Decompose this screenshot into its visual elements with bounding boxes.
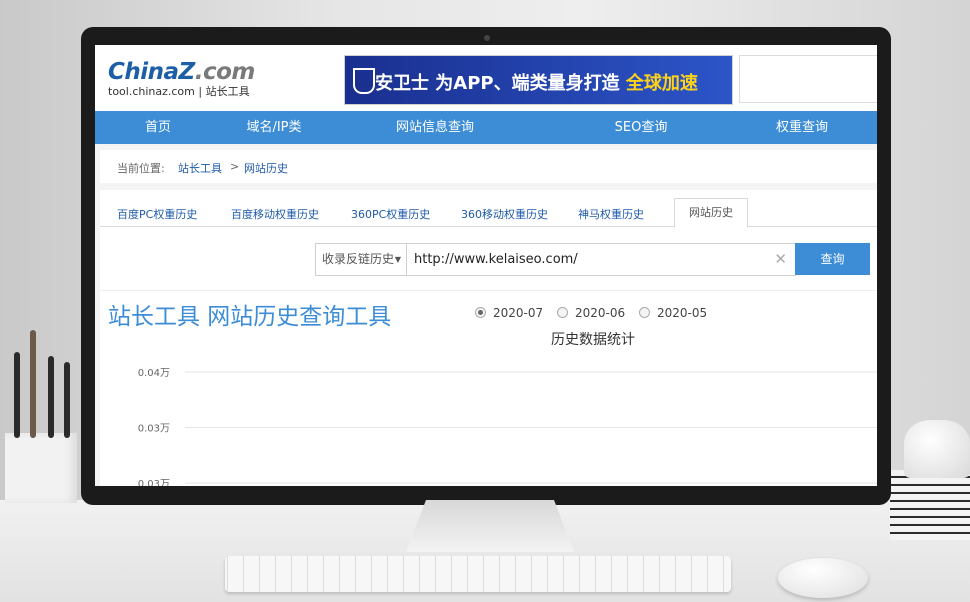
tab-baidu-mobile[interactable]: 百度移动权重历史 [231,206,319,222]
main-panel: 百度PC权重历史 百度移动权重历史 360PC权重历史 360移动权重历史 神马… [100,190,877,486]
radio-icon [557,307,568,318]
breadcrumb-root-link[interactable]: 站长工具 [178,160,222,176]
tab-360-pc[interactable]: 360PC权重历史 [351,206,430,222]
site-header: ChinaZ.com tool.chinaz.com | 站长工具 安卫士 为A… [95,45,877,111]
book-stack [890,470,970,540]
chart-y-tick-label: 0.03万 [138,479,170,486]
chinaz-logo[interactable]: ChinaZ.com tool.chinaz.com | 站长工具 [108,59,255,99]
chart-grid [185,371,877,484]
divider [100,290,877,291]
breadcrumb-prefix: 当前位置: [117,162,165,175]
pen-cup [5,433,77,503]
history-tabs: 百度PC权重历史 百度移动权重历史 360PC权重历史 360移动权重历史 神马… [100,198,877,228]
tab-360-mobile[interactable]: 360移动权重历史 [461,206,548,222]
nav-item-site-info[interactable]: 网站信息查询 [396,111,474,144]
month-option-2[interactable]: 2020-05 [639,306,707,320]
chevron-down-icon: ▼ [394,255,401,264]
month-label: 2020-06 [575,306,626,320]
webcam-icon [484,35,490,41]
nav-item-home[interactable]: 首页 [145,111,171,144]
history-type-select[interactable]: 收录反链历史 ▼ [315,243,408,276]
nav-item-domain-ip[interactable]: 域名/IP类 [246,111,301,144]
brush [64,362,70,438]
radio-icon [475,307,486,318]
close-icon[interactable]: ✕ [774,250,787,268]
nav-item-seo[interactable]: SEO查询 [615,111,668,144]
brush [14,352,20,438]
url-input[interactable]: http://www.kelaiseo.com/ ✕ [406,243,796,276]
tab-shenma[interactable]: 神马权重历史 [578,206,644,222]
ceramic-jar [904,420,970,478]
month-option-0[interactable]: 2020-07 [475,306,543,320]
brush [30,330,36,438]
banner-text: 安卫士 为APP、端类量身打造 全球加速 [375,73,698,94]
main-nav: 首页 域名/IP类 网站信息查询 SEO查询 权重查询 [95,111,877,144]
page-title: 站长工具 网站历史查询工具 [108,304,392,330]
browser-viewport: ChinaZ.com tool.chinaz.com | 站长工具 安卫士 为A… [95,45,877,486]
url-input-value: http://www.kelaiseo.com/ [414,252,578,267]
breadcrumb-separator: > [230,160,240,173]
keyboard [225,556,731,592]
chart-y-ticks: 0.04万 0.03万 0.03万 [138,368,170,486]
breadcrumb-current-link[interactable]: 网站历史 [244,160,288,176]
history-chart: 0.04万 0.03万 0.03万 [138,368,877,486]
history-type-label: 收录反链历史 [322,252,395,266]
ad-banner[interactable]: 安卫士 为APP、端类量身打造 全球加速 [344,55,733,105]
month-option-1[interactable]: 2020-06 [557,306,625,320]
shield-icon [353,68,375,94]
tab-baidu-pc[interactable]: 百度PC权重历史 [117,206,197,222]
chart-title: 历史数据统计 [551,332,635,348]
month-label: 2020-05 [657,306,708,320]
header-search-box[interactable] [739,55,877,103]
logo-wordmark: ChinaZ.com [108,59,255,85]
logo-subtitle: tool.chinaz.com | 站长工具 [108,85,250,98]
query-button[interactable]: 查询 [795,243,870,275]
brush [48,356,54,438]
nav-item-weight[interactable]: 权重查询 [776,111,828,144]
chart-y-tick-label: 0.03万 [138,424,170,435]
mouse [778,558,868,598]
month-label: 2020-07 [493,306,544,320]
breadcrumb: 当前位置: 站长工具 > 网站历史 [100,150,877,183]
radio-icon [639,307,650,318]
tab-site-history[interactable]: 网站历史 [674,198,748,228]
chart-y-tick-label: 0.04万 [138,368,170,379]
